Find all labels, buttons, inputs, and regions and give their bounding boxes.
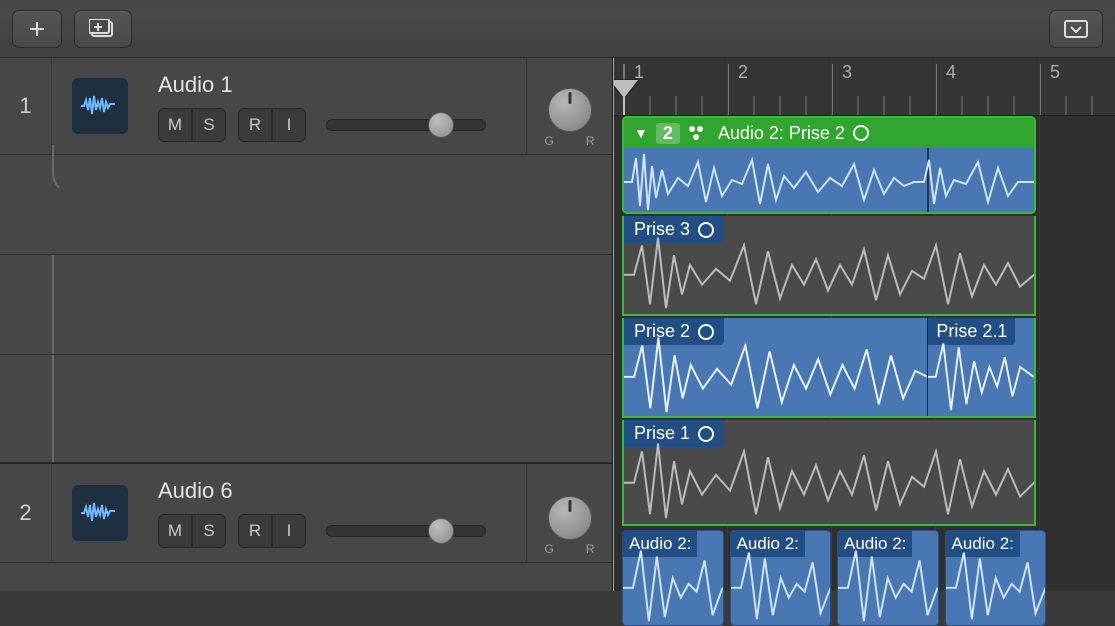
gain-label: G [545,542,554,556]
track-row[interactable]: 1 Audio 1 M S R I [0,58,612,155]
track-icon-cell [52,58,148,154]
ruler-bar-number: 4 [946,62,956,83]
disclosure-triangle-icon[interactable]: ▼ [634,125,648,141]
playhead-icon[interactable] [614,80,638,98]
playhead-line [623,96,625,116]
track-name[interactable]: Audio 1 [158,72,516,98]
track-index: 2 [0,464,52,562]
comp-header[interactable]: ▼ 2 Audio 2: Prise 2 [624,118,1034,148]
take-cell-active[interactable]: Prise 2 [624,318,927,416]
take-lane[interactable] [0,355,612,463]
mute-button[interactable]: M [158,108,192,142]
arrange-area[interactable]: 1 2 3 4 5 [613,58,1115,591]
input-monitor-button[interactable]: I [272,514,306,548]
insert-menu-button[interactable] [1049,10,1103,48]
volume-thumb[interactable] [428,112,454,138]
comp-title: Audio 2: Prise 2 [718,123,845,144]
pan-knob-cell: G R [527,464,612,562]
add-track-button[interactable] [12,10,62,48]
volume-thumb[interactable] [428,518,454,544]
gain-label: G [545,134,554,148]
ruler-bar-number: 5 [1050,62,1060,83]
pan-knob[interactable] [548,88,592,132]
pan-knob[interactable] [548,496,592,540]
comp-waveform [624,148,1034,214]
pan-knob-cell: G R [527,58,612,154]
volume-slider[interactable] [326,119,486,131]
audio-clip[interactable]: Audio 2: [622,530,724,626]
take-region[interactable]: Prise 1 [622,420,1036,526]
insert-menu-icon [1064,20,1088,38]
comp-region[interactable]: ▼ 2 Audio 2: Prise 2 [622,116,1036,214]
audio-clip[interactable]: Audio 2: [945,530,1047,626]
toolbar [0,0,1115,58]
track2-regions: Audio 2: Audio 2: Audio 2: Audio 2: [622,530,1046,626]
volume-slider[interactable] [326,525,486,537]
solo-button[interactable]: S [192,514,226,548]
pan-label: R [586,542,595,556]
audio-clip[interactable]: Audio 2: [837,530,939,626]
take-region[interactable]: Prise 3 [622,216,1036,316]
plus-icon [29,21,45,37]
active-take-badge[interactable]: 2 [656,123,680,144]
add-track-stack-button[interactable] [74,10,132,48]
ruler-bar-number: 3 [842,62,852,83]
audio-clip[interactable]: Audio 2: [730,530,832,626]
solo-button[interactable]: S [192,108,226,142]
take-lane[interactable] [0,255,612,355]
record-enable-button[interactable]: R [238,108,272,142]
take-lane[interactable] [0,155,612,255]
track-name[interactable]: Audio 6 [158,478,516,504]
audio-waveform-icon [72,78,128,134]
mute-button[interactable]: M [158,514,192,548]
take-cell[interactable]: Prise 3 [624,216,1034,314]
track-headers: 1 Audio 1 M S R I [0,58,613,591]
track-icon-cell [52,464,148,562]
quick-swipe-icon[interactable] [688,125,710,141]
track-index: 1 [0,58,52,154]
add-stack-icon [89,19,117,39]
take-cell-active[interactable]: Prise 2.1 [927,318,1034,416]
pan-labels: G R [545,542,595,556]
loop-marker-icon[interactable] [853,125,869,141]
audio-waveform-icon [72,485,128,541]
track-main: Audio 1 M S R I [148,58,527,154]
record-enable-button[interactable]: R [238,514,272,548]
take-region[interactable]: Prise 2 Prise 2.1 [622,318,1036,418]
ruler-bar-number: 2 [738,62,748,83]
take-cell[interactable]: Prise 1 [624,420,1034,524]
track-row[interactable]: 2 Audio 6 M S R I [0,463,612,563]
input-monitor-button[interactable]: I [272,108,306,142]
pan-labels: G R [545,134,595,148]
pan-label: R [586,134,595,148]
track-main: Audio 6 M S R I [148,464,527,562]
